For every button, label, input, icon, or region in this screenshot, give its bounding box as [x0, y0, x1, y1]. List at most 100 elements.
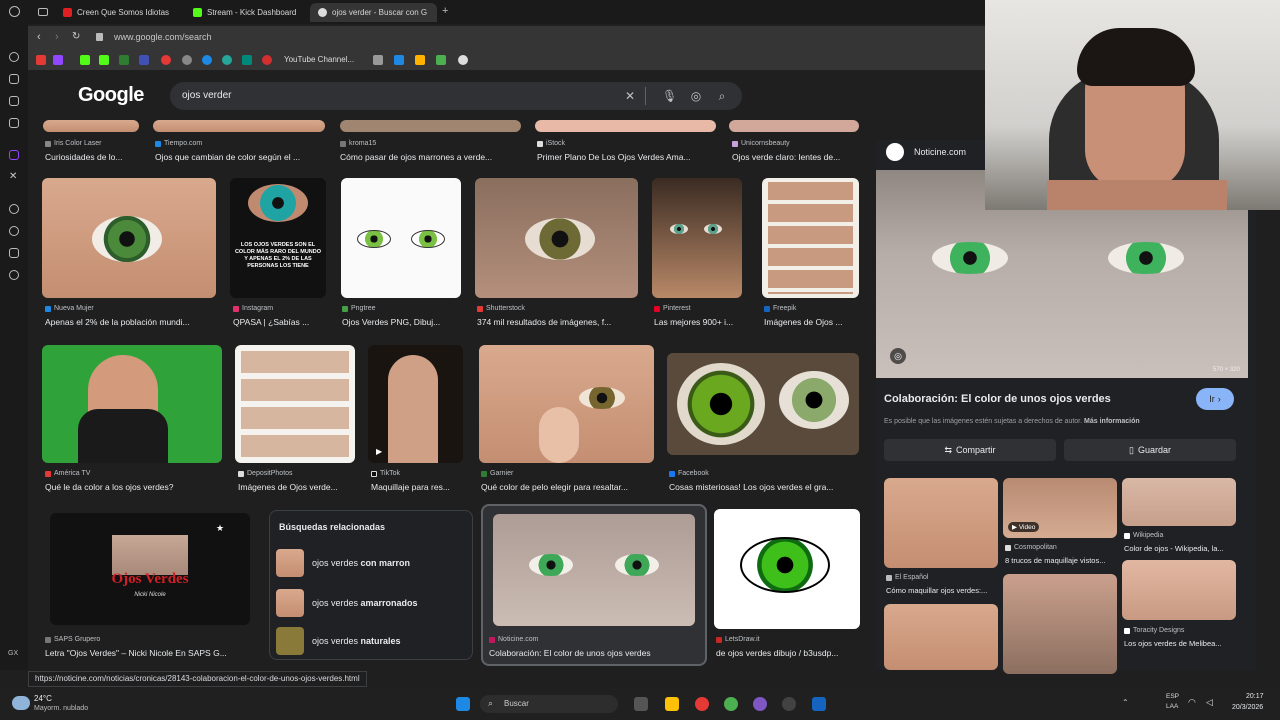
search-input[interactable]: ojos verder [182, 90, 231, 101]
reload-icon[interactable]: ↻ [72, 31, 80, 42]
image-thumb[interactable]: Ojos Verdes Nicki Nicole ★ [50, 513, 250, 625]
result-title[interactable]: Imágenes de Ojos ... [764, 317, 859, 327]
image-thumb[interactable]: LOS OJOS VERDES SON EL COLOR MÁS RARO DE… [230, 178, 326, 298]
bookmark-icon[interactable] [242, 55, 252, 65]
result-title[interactable]: Cómo pasar de ojos marrones a verde... [340, 152, 520, 162]
history-icon[interactable] [9, 226, 19, 236]
bookmark-icon[interactable] [373, 55, 383, 65]
image-thumb[interactable] [235, 345, 355, 463]
weather-icon[interactable] [12, 696, 30, 710]
bookmark-icon[interactable] [53, 55, 63, 65]
browser-logo-icon[interactable] [9, 6, 20, 17]
image-thumb[interactable] [1122, 560, 1236, 620]
chrome-icon[interactable] [724, 697, 738, 711]
image-thumb[interactable] [340, 120, 521, 132]
volume-icon[interactable]: ◁ [1206, 697, 1213, 708]
play-icon[interactable] [436, 55, 446, 65]
language-indicator[interactable]: ESP [1166, 693, 1179, 700]
image-thumb[interactable] [493, 514, 695, 626]
result-title[interactable]: Qué le da color a los ojos verdes? [45, 482, 225, 492]
task-view-icon[interactable] [634, 697, 648, 711]
result-title[interactable]: Letra "Ojos Verdes" – Nicki Nicole En SA… [45, 648, 255, 658]
image-thumb[interactable] [153, 120, 325, 132]
panel-title[interactable]: Colaboración: El color de unos ojos verd… [884, 393, 1111, 405]
image-thumb[interactable] [884, 604, 998, 670]
tab-kick-dashboard[interactable]: Stream - Kick Dashboard [185, 3, 307, 22]
image-thumb[interactable] [667, 353, 859, 455]
result-title[interactable]: Ojos que cambian de color según el ... [155, 152, 325, 162]
share-button[interactable]: ⇆ Compartir [884, 439, 1056, 461]
result-title[interactable]: Cosas misteriosas! Los ojos verdes el gr… [669, 482, 859, 492]
related-item[interactable]: ojos verdes con marron [276, 549, 466, 577]
result-title[interactable]: Qué color de pelo elegir para resaltar..… [481, 482, 656, 492]
image-thumb[interactable] [42, 178, 216, 298]
bookmark-icon[interactable] [36, 55, 46, 65]
lens-icon[interactable]: ◎ [689, 89, 703, 103]
weather-temp[interactable]: 24°C [34, 694, 52, 703]
gx-icon[interactable]: GX [8, 650, 18, 657]
result-title[interactable]: Las mejores 900+ i... [654, 317, 746, 327]
result-title[interactable]: Imágenes de Ojos verde... [238, 482, 356, 492]
image-thumb[interactable] [652, 178, 742, 298]
search-icon[interactable]: ⌕ [715, 89, 729, 103]
taskbar-search[interactable]: ⌕ Buscar [480, 695, 618, 713]
forward-icon[interactable]: › [55, 31, 59, 43]
x-icon[interactable]: ✕ [9, 172, 19, 182]
save-button[interactable]: ▯ Guardar [1064, 439, 1236, 461]
result-title[interactable]: Primer Plano De Los Ojos Verdes Ama... [537, 152, 717, 162]
result-title[interactable]: 374 mil resultados de imágenes, f... [477, 317, 637, 327]
kick-icon[interactable] [80, 55, 90, 65]
whatsapp-icon[interactable] [9, 96, 19, 106]
new-tab-icon[interactable]: + [442, 5, 448, 17]
image-thumb[interactable] [884, 478, 998, 568]
result-title[interactable]: Curiosidades de lo... [45, 152, 145, 162]
bookmark-icon[interactable] [182, 55, 192, 65]
image-thumb[interactable] [43, 120, 139, 132]
bookmark-icon[interactable] [458, 55, 468, 65]
windows-start-icon[interactable] [456, 697, 470, 711]
microphone-icon[interactable]: 🎙 [662, 89, 677, 103]
tab-google-search[interactable]: ojos verder - Buscar con G [310, 3, 437, 22]
result-title[interactable]: Cómo maquillar ojos verdes:... [886, 586, 1002, 595]
result-title[interactable]: Apenas el 2% de la población mundi... [45, 317, 217, 327]
discord-icon[interactable] [753, 697, 767, 711]
result-title[interactable]: Ojos Verdes PNG, Dibuj... [342, 317, 464, 327]
clock-time[interactable]: 20:17 [1246, 693, 1264, 700]
youtube-icon[interactable] [262, 55, 272, 65]
image-thumb[interactable]: ▶ Video [1003, 478, 1117, 538]
bookmark-icon[interactable] [119, 55, 129, 65]
image-thumb[interactable] [714, 509, 860, 629]
result-title[interactable]: QPASA | ¿Sabías ... [233, 317, 333, 327]
result-title[interactable]: Ojos verde claro: lentes de... [732, 152, 860, 162]
image-thumb[interactable] [341, 178, 461, 298]
bookmark-youtube-channel[interactable]: YouTube Channel... [284, 55, 354, 64]
bookmark-icon[interactable] [202, 55, 212, 65]
bookmark-icon[interactable] [99, 55, 109, 65]
image-thumb[interactable] [729, 120, 859, 132]
bookmark-icon[interactable] [394, 55, 404, 65]
image-thumb[interactable] [535, 120, 716, 132]
instagram-icon[interactable] [9, 118, 19, 128]
url-field[interactable]: www.google.com/search [114, 32, 212, 42]
visit-button[interactable]: Ir › [1196, 388, 1234, 410]
bookmark-icon[interactable] [415, 55, 425, 65]
image-thumb[interactable] [42, 345, 222, 463]
google-logo[interactable]: Google [78, 84, 144, 107]
image-thumb[interactable] [1003, 574, 1117, 674]
image-thumb[interactable] [475, 178, 638, 298]
wifi-icon[interactable]: ◠ [1188, 697, 1196, 708]
bag-icon[interactable] [9, 74, 19, 84]
related-item[interactable]: ojos verdes amarronados [276, 589, 466, 617]
back-icon[interactable]: ‹ [37, 31, 41, 43]
player-icon[interactable] [9, 204, 19, 214]
result-title[interactable]: Colaboración: El color de unos ojos verd… [489, 648, 699, 658]
result-title[interactable]: Maquillaje para res... [371, 482, 466, 492]
image-thumb[interactable] [479, 345, 654, 463]
app-icon[interactable] [812, 697, 826, 711]
opera-icon[interactable] [695, 697, 709, 711]
chevron-up-icon[interactable]: ⌃ [1122, 698, 1129, 707]
result-title[interactable]: de ojos verdes dibujo / b3usdp... [716, 648, 862, 658]
twitch-icon[interactable] [9, 150, 19, 160]
clear-icon[interactable]: ✕ [623, 89, 637, 103]
messenger-icon[interactable] [9, 52, 19, 62]
